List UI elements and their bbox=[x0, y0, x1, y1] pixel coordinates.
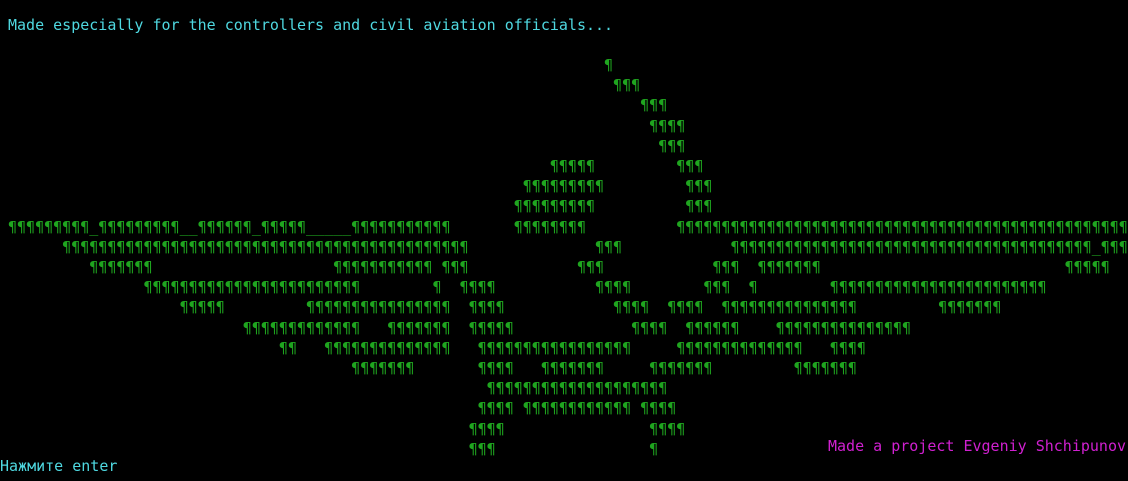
console-window: Made especially for the controllers and … bbox=[0, 0, 1128, 481]
author-credit: Made a project Evgeniy Shchipunov bbox=[828, 437, 1127, 455]
ascii-art-emblem: ¶ ¶¶¶ ¶¶¶ ¶¶¶¶ ¶¶¶ ¶¶¶¶¶ ¶¶¶ ¶¶¶¶¶¶¶¶¶ ¶… bbox=[8, 56, 1128, 458]
press-enter-prompt[interactable]: Нажмите enter bbox=[0, 456, 117, 476]
tagline-text: Made especially for the controllers and … bbox=[8, 16, 614, 34]
